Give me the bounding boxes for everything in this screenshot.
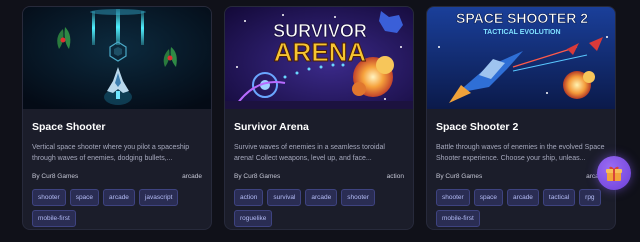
game-description: Vertical space shooter where you pilot a… [32,144,190,162]
tag-chip[interactable]: survival [267,189,302,206]
tag-chip[interactable]: arcade [103,189,135,206]
game-title[interactable]: Space Shooter 2 [436,121,606,134]
tag-chip[interactable]: arcade [507,189,539,206]
thumbnail-title-line2: ARENA [274,37,367,67]
tag-chip[interactable]: action [234,189,264,206]
tag-chip[interactable]: tactical [542,189,576,206]
game-category: action [386,173,404,180]
gift-icon [606,166,622,181]
tag-chip[interactable]: space [473,189,504,206]
game-description: Survive waves of enemies in a seamless t… [234,144,385,162]
game-card-survivor-arena[interactable]: SURVIVOR ARENA Survivor Arena Survive wa… [224,6,414,230]
game-author: By Cur8 Games [436,173,483,180]
game-thumbnail[interactable] [23,7,211,109]
game-card-space-shooter[interactable]: Space Shooter Vertical space shooter whe… [22,6,212,230]
game-title[interactable]: Survivor Arena [234,121,404,134]
game-author: By Cur8 Games [234,173,281,180]
tag-chip[interactable]: javascript [138,189,179,206]
tag-chip[interactable]: rpg [579,189,601,206]
game-meta: By Cur8 Games action [234,172,404,182]
game-thumbnail[interactable]: SURVIVOR ARENA [225,7,413,109]
tag-chip[interactable]: shooter [436,189,470,206]
thumbnail-title-line2: TACTICAL EVOLUTION [483,29,560,36]
game-description: Battle through waves of enemies in the e… [436,144,605,162]
game-grid: Space Shooter Vertical space shooter whe… [0,0,640,242]
tag-chip[interactable]: arcade [305,189,338,206]
tag-chip[interactable]: roguelike [234,210,273,227]
tag-chip[interactable]: shooter [32,189,66,206]
tag-chip[interactable]: shooter [341,189,375,206]
game-author: By Cur8 Games [32,173,79,180]
thumbnail-title-line1: SPACE SHOOTER 2 [456,10,588,26]
tag-list: shooter space arcade javascript mobile-f… [32,189,202,227]
tag-chip[interactable]: mobile-first [436,210,480,227]
tag-chip[interactable]: space [69,189,100,206]
game-card-space-shooter-2[interactable]: SPACE SHOOTER 2 TACTICAL EVOLUTION Space… [426,6,616,230]
gift-button[interactable] [597,156,631,190]
game-title[interactable]: Space Shooter [32,121,202,134]
tag-list: action survival arcade shooter roguelike [234,189,404,227]
game-category: arcade [182,173,202,180]
game-meta: By Cur8 Games arcade [436,172,606,182]
tag-list: shooter space arcade tactical rpg mobile… [436,189,606,227]
game-thumbnail[interactable]: SPACE SHOOTER 2 TACTICAL EVOLUTION [427,7,615,109]
game-meta: By Cur8 Games arcade [32,172,202,182]
tag-chip[interactable]: mobile-first [32,210,76,227]
